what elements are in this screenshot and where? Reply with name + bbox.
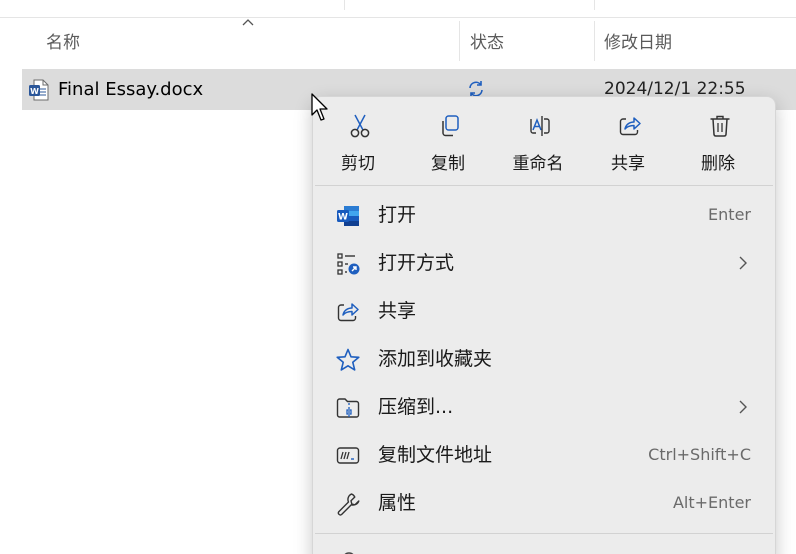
menu-divider xyxy=(315,533,773,534)
menu-item-open-with[interactable]: 打开方式 xyxy=(313,239,775,287)
share-label: 共享 xyxy=(611,154,645,174)
cut-label: 剪切 xyxy=(341,154,375,174)
copy-label: 复制 xyxy=(431,154,465,174)
menu-item-label: 打开方式 xyxy=(378,252,455,274)
svg-text:W: W xyxy=(30,87,39,96)
rename-label: 重命名 xyxy=(512,154,564,174)
open-with-icon xyxy=(337,253,360,275)
file-name[interactable]: Final Essay.docx xyxy=(58,69,203,110)
svg-text:W: W xyxy=(338,213,348,223)
menu-item-compress-to[interactable]: 压缩到... xyxy=(313,383,775,431)
delete-icon xyxy=(710,115,730,137)
mouse-cursor-icon xyxy=(311,93,328,121)
chevron-right-icon xyxy=(739,400,747,414)
menu-item-label: 属性 xyxy=(378,492,417,514)
word-app-icon: W xyxy=(337,206,359,226)
quick-actions-bar: 剪切 复制 重命名 共享 删除 xyxy=(313,97,775,185)
column-header-modified[interactable]: 修改日期 xyxy=(604,19,672,61)
share-icon xyxy=(337,303,359,322)
menu-item-copy-as-path[interactable]: 复制文件地址 Ctrl+Shift+C xyxy=(313,431,775,479)
sort-ascending-icon[interactable] xyxy=(241,17,255,27)
menu-item-shortcut: Enter xyxy=(708,205,751,224)
share-button[interactable]: 共享 xyxy=(583,97,673,185)
more-options-icon xyxy=(344,552,354,554)
toolbar-divider xyxy=(594,0,595,10)
copy-button[interactable]: 复制 xyxy=(403,97,493,185)
zip-folder-icon xyxy=(336,398,360,418)
word-doc-icon: W xyxy=(29,79,49,101)
menu-item-share[interactable]: 共享 xyxy=(313,287,775,335)
copy-icon xyxy=(442,115,459,137)
column-header-status[interactable]: 状态 xyxy=(470,19,504,61)
menu-item-label: 压缩到... xyxy=(378,396,454,418)
menu-item-label: 打开 xyxy=(378,204,417,226)
menu-item-shortcut: Alt+Enter xyxy=(672,493,751,512)
file-explorer: 名称 状态 修改日期 W Final Essay.docx 2024/12/1 … xyxy=(0,0,796,554)
column-divider[interactable] xyxy=(459,21,460,61)
toolbar-divider xyxy=(344,0,345,10)
menu-item-properties[interactable]: 属性 Alt+Enter xyxy=(313,479,775,527)
copy-path-icon xyxy=(336,447,360,464)
wrench-icon xyxy=(337,493,360,516)
cut-icon xyxy=(350,114,370,138)
column-header-name[interactable]: 名称 xyxy=(46,19,80,61)
share-icon xyxy=(619,117,641,136)
menu-item-label: 共享 xyxy=(378,300,417,322)
rename-icon xyxy=(530,116,550,136)
delete-label: 删除 xyxy=(701,154,735,174)
rename-button[interactable]: 重命名 xyxy=(493,97,583,185)
menu-divider xyxy=(315,185,773,186)
menu-items: W 打开 Enter 打开方式 共享 添加到收藏夹 压缩到... 复制文件地址 … xyxy=(313,191,775,527)
context-menu: 剪切 复制 重命名 共享 删除 W 打开 Enter 打开方式 共享 添加到收藏… xyxy=(312,96,776,554)
menu-item-add-to-favorites[interactable]: 添加到收藏夹 xyxy=(313,335,775,383)
star-icon xyxy=(336,348,360,371)
column-divider[interactable] xyxy=(594,21,595,61)
menu-item-label: 添加到收藏夹 xyxy=(378,348,493,370)
menu-item-open[interactable]: W 打开 Enter xyxy=(313,191,775,239)
menu-item-label: 复制文件地址 xyxy=(378,444,493,466)
chevron-right-icon xyxy=(739,256,747,270)
toolbar-strip xyxy=(0,0,796,18)
menu-item-shortcut: Ctrl+Shift+C xyxy=(648,445,751,464)
delete-button[interactable]: 删除 xyxy=(673,97,763,185)
